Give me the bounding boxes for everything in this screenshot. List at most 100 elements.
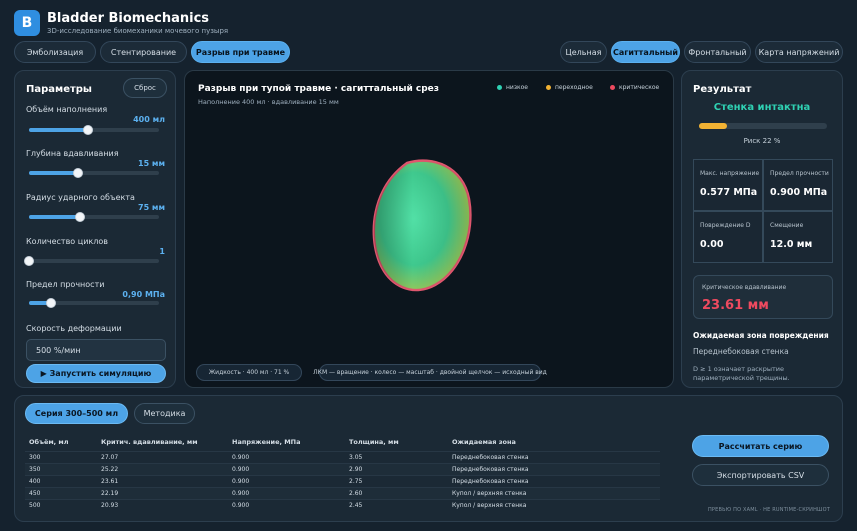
critical-depth-label: Критическое вдавливание bbox=[702, 284, 787, 291]
table-cell: 0.900 bbox=[232, 490, 250, 497]
damage-zone-title: Ожидаемая зона повреждения bbox=[693, 331, 829, 340]
param-value-volume: 400 мл bbox=[133, 115, 165, 124]
param-label-cycles: Количество циклов bbox=[26, 237, 108, 246]
param-label-depth: Глубина вдавливания bbox=[26, 149, 119, 158]
table-cell: 23.61 bbox=[101, 478, 119, 485]
depth-slider[interactable] bbox=[29, 168, 159, 178]
controls-hint-chip: ЛКМ — вращение · колесо — масштаб · двой… bbox=[313, 364, 547, 381]
metric-strength-limit: Предел прочности 0.900 МПа bbox=[763, 159, 833, 211]
risk-bar-fill bbox=[699, 123, 728, 129]
table-cell: 0.900 bbox=[232, 478, 250, 485]
view-frontal[interactable]: Фронтальный bbox=[684, 41, 751, 63]
metric-label: Смещение bbox=[770, 222, 804, 229]
damage-zone-value: Переднебоковая стенка bbox=[693, 347, 789, 356]
risk-label: Риск 22 % bbox=[743, 137, 781, 145]
table-cell: Купол / верхняя стенка bbox=[452, 490, 527, 497]
export-csv-button[interactable]: Экспортировать CSV bbox=[692, 464, 829, 486]
risk-bar bbox=[699, 123, 827, 129]
view-whole[interactable]: Цельная bbox=[560, 41, 607, 63]
app-logo: B bbox=[14, 10, 40, 36]
reset-button[interactable]: Сброс bbox=[123, 78, 167, 98]
col-header-stress: Напряжение, МПа bbox=[232, 438, 301, 446]
table-cell: Переднебоковая стенка bbox=[452, 466, 529, 473]
col-header-zone: Ожидаемая зона bbox=[452, 438, 516, 446]
metric-label: Повреждение D bbox=[700, 222, 751, 229]
metric-label: Макс. напряжение bbox=[700, 170, 760, 177]
preview-footnote: ПРЕВЬЮ ПО XAML · НЕ RUNTIME-СКРИНШОТ bbox=[707, 507, 830, 513]
table-cell: 400 bbox=[29, 478, 41, 485]
parameters-panel: Параметры Сброс Объём наполнения 400 мл … bbox=[14, 70, 176, 388]
param-value-depth: 15 мм bbox=[138, 159, 165, 168]
metric-displacement: Смещение 12.0 мм bbox=[763, 211, 833, 263]
table-cell: 350 bbox=[29, 466, 41, 473]
critical-depth-box: Критическое вдавливание 23.61 мм bbox=[693, 275, 833, 319]
cycles-slider[interactable] bbox=[24, 256, 159, 266]
metric-value: 12.0 мм bbox=[770, 239, 813, 250]
damage-zone-note: D ≥ 1 означает раскрытие параметрической… bbox=[693, 365, 790, 382]
radius-slider[interactable] bbox=[29, 212, 159, 222]
table-row: 350 25.22 0.900 2.90 Переднебоковая стенка bbox=[25, 463, 660, 475]
parameters-title: Параметры bbox=[26, 84, 92, 95]
table-cell: 3.05 bbox=[349, 454, 363, 461]
slider-thumb[interactable] bbox=[74, 212, 85, 222]
wall-status: Стенка интактна bbox=[713, 102, 811, 113]
strain-rate-label: Скорость деформации bbox=[26, 324, 122, 333]
metric-label: Предел прочности bbox=[770, 170, 829, 177]
table-row: 300 27.07 0.900 3.05 Переднебоковая стенка bbox=[25, 451, 660, 463]
col-header-thickness: Толщина, мм bbox=[349, 438, 399, 446]
bladder-model[interactable] bbox=[185, 71, 675, 389]
table-cell: 0.900 bbox=[232, 454, 250, 461]
param-value-cycles: 1 bbox=[159, 247, 165, 256]
table-cell: 500 bbox=[29, 502, 41, 509]
tab-stenting[interactable]: Стентирование bbox=[100, 41, 187, 63]
app-subtitle: 3D-исследование биомеханики мочевого пуз… bbox=[47, 27, 229, 35]
metric-value: 0.577 МПа bbox=[700, 187, 758, 198]
series-panel: Серия 300–500 мл Методика Объём, мл Крит… bbox=[14, 395, 843, 522]
table-cell: 22.19 bbox=[101, 490, 119, 497]
viewport-3d[interactable]: Разрыв при тупой травме · сагиттальный с… bbox=[184, 70, 674, 388]
table-row: 400 23.61 0.900 2.75 Переднебоковая стенка bbox=[25, 475, 660, 487]
slider-thumb[interactable] bbox=[73, 168, 84, 178]
tab-series[interactable]: Серия 300–500 мл bbox=[25, 403, 128, 424]
result-title: Результат bbox=[693, 84, 752, 95]
param-value-radius: 75 мм bbox=[138, 203, 165, 212]
volume-slider[interactable] bbox=[29, 125, 159, 135]
app-title: Bladder Biomechanics bbox=[47, 11, 210, 26]
metric-max-stress: Макс. напряжение 0.577 МПа bbox=[693, 159, 763, 211]
table-cell: 27.07 bbox=[101, 454, 119, 461]
slider-thumb[interactable] bbox=[82, 125, 93, 135]
critical-depth-value: 23.61 мм bbox=[702, 298, 769, 313]
col-header-volume: Объём, мл bbox=[29, 438, 69, 446]
metric-value: 0.900 МПа bbox=[770, 187, 828, 198]
table-row: 450 22.19 0.900 2.60 Купол / верхняя стенка bbox=[25, 487, 660, 499]
strength-slider[interactable] bbox=[29, 298, 159, 308]
metric-damage: Повреждение D 0.00 bbox=[693, 211, 763, 263]
table-cell: 20.93 bbox=[101, 502, 119, 509]
table-cell: 2.60 bbox=[349, 490, 363, 497]
table-cell: Купол / верхняя стенка bbox=[452, 502, 527, 509]
fluid-level-chip: Жидкость · 400 мл · 71 % bbox=[196, 364, 302, 381]
tab-trauma-rupture[interactable]: Разрыв при травме bbox=[191, 41, 290, 63]
table-cell: 25.22 bbox=[101, 466, 119, 473]
tab-methodology[interactable]: Методика bbox=[134, 403, 195, 424]
strain-rate-input[interactable]: 500 %/мин bbox=[26, 339, 166, 361]
table-cell: 2.75 bbox=[349, 478, 363, 485]
table-cell: 2.45 bbox=[349, 502, 363, 509]
metric-value: 0.00 bbox=[700, 239, 724, 250]
slider-thumb[interactable] bbox=[46, 298, 57, 308]
view-stress-map[interactable]: Карта напряжений bbox=[755, 41, 843, 63]
run-simulation-button[interactable]: ▶ Запустить симуляцию bbox=[26, 364, 166, 383]
table-cell: 300 bbox=[29, 454, 41, 461]
col-header-critical-depth: Критич. вдавливание, мм bbox=[101, 438, 198, 446]
tab-embolization[interactable]: Эмболизация bbox=[14, 41, 96, 63]
table-cell: Переднебоковая стенка bbox=[452, 478, 529, 485]
table-cell: Переднебоковая стенка bbox=[452, 454, 529, 461]
param-label-volume: Объём наполнения bbox=[26, 105, 108, 114]
slider-thumb[interactable] bbox=[24, 256, 34, 266]
calculate-series-button[interactable]: Рассчитать серию bbox=[692, 435, 829, 457]
param-label-strength: Предел прочности bbox=[26, 280, 105, 289]
param-label-radius: Радиус ударного объекта bbox=[26, 193, 135, 202]
table-row: 500 20.93 0.900 2.45 Купол / верхняя стенка bbox=[25, 499, 660, 511]
view-sagittal[interactable]: Сагиттальный bbox=[611, 41, 680, 63]
result-panel: Результат Стенка интактна Риск 22 % Макс… bbox=[681, 70, 843, 388]
